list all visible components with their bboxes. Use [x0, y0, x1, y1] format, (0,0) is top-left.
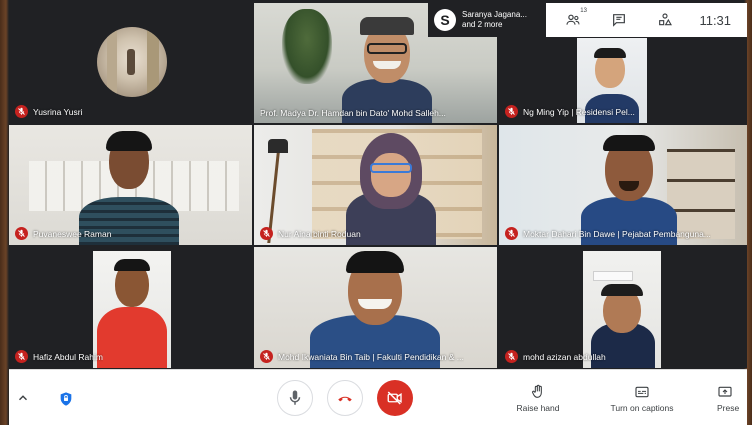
participant-name-tag: Prof. Madya Dr. Hamdan bin Dato' Mohd Sa…: [260, 108, 446, 118]
participant-tile[interactable]: Mohd Ikwaniata Bin Taib | Fakulti Pendid…: [254, 247, 497, 368]
people-icon: [566, 14, 580, 25]
participant-name-tag: Nur Aina binti Roduan: [260, 227, 361, 240]
chat-button[interactable]: [608, 9, 630, 31]
presenter-more: and 2 more: [462, 20, 503, 29]
captions-label: Turn on captions: [610, 402, 674, 413]
avatar: [97, 27, 167, 97]
video-feed: [93, 251, 171, 368]
activities-button[interactable]: [654, 9, 676, 31]
lamp-decoration: [268, 139, 288, 153]
raise-hand-button[interactable]: Raise hand: [503, 378, 573, 418]
mic-off-icon: [505, 227, 518, 240]
participant-name: mohd azizan abdullah: [523, 351, 606, 362]
presenter-name: Saranya Jagana...: [462, 10, 527, 19]
hand-icon: [532, 384, 542, 398]
participant-name-tag: Hafiz Abdul Rahim: [15, 350, 103, 363]
participant-name-tag: Ng Ming Yip | Residensi Pel...: [505, 105, 635, 118]
activities-icon: [658, 13, 672, 26]
security-button[interactable]: [55, 388, 77, 410]
mic-off-icon: [15, 105, 28, 118]
hang-up-icon: [338, 396, 352, 402]
meet-call-screen: Yusrina Yusri Prof. Madya Dr. Hamdan bin…: [0, 0, 752, 425]
camera-off-icon: [387, 391, 402, 405]
participant-name-tag: Moktar Dahari Bin Dawe | Pejabat Pembang…: [505, 227, 711, 240]
participant-name: Nur Aina binti Roduan: [278, 228, 361, 239]
shield-icon: [60, 392, 72, 406]
people-button[interactable]: 13: [562, 8, 587, 31]
participant-tile[interactable]: Nur Aina binti Roduan: [254, 125, 497, 245]
participant-name: Yusrina Yusri: [33, 106, 83, 117]
presenting-chip[interactable]: S Saranya Jagana... and 2 more: [428, 3, 546, 37]
participant-name-tag: Puvaneswee Raman: [15, 227, 111, 240]
present-icon: [718, 386, 732, 397]
raise-hand-label: Raise hand: [516, 402, 560, 413]
meeting-toolbox: 13 11:31: [546, 3, 747, 37]
participant-name: Mohd Ikwaniata Bin Taib | Fakulti Pendid…: [278, 351, 464, 362]
leave-call-button[interactable]: [327, 380, 363, 416]
captions-icon: [635, 386, 649, 397]
top-right-bar: S Saranya Jagana... and 2 more 13 11:31: [428, 3, 747, 37]
air-conditioner: [593, 271, 633, 281]
bottom-control-bar: Raise hand Turn on captions Prese: [9, 369, 747, 425]
participant-name: Moktar Dahari Bin Dawe | Pejabat Pembang…: [523, 228, 711, 239]
participant-name: Ng Ming Yip | Residensi Pel...: [523, 106, 635, 117]
participant-name: Prof. Madya Dr. Hamdan bin Dato' Mohd Sa…: [260, 108, 446, 118]
people-count: 13: [580, 8, 587, 14]
participant-name-tag: Mohd Ikwaniata Bin Taib | Fakulti Pendid…: [260, 350, 464, 363]
chevron-up-button[interactable]: [13, 388, 33, 408]
mic-off-icon: [260, 350, 273, 363]
participant-tile[interactable]: Hafiz Abdul Rahim: [9, 247, 252, 368]
participant-name-tag: mohd azizan abdullah: [505, 350, 606, 363]
mic-off-icon: [505, 350, 518, 363]
microphone-button[interactable]: [277, 380, 313, 416]
camera-off-button[interactable]: [377, 380, 413, 416]
participant-name: Puvaneswee Raman: [33, 228, 112, 239]
presenter-logo: S: [434, 9, 456, 31]
participant-grid: Yusrina Yusri Prof. Madya Dr. Hamdan bin…: [9, 3, 747, 368]
chevron-up-icon: [19, 395, 27, 401]
participant-tile[interactable]: Puvaneswee Raman: [9, 125, 252, 245]
participant-name-tag: Yusrina Yusri: [15, 105, 82, 118]
participant-name: Hafiz Abdul Rahim: [33, 351, 103, 362]
mic-off-icon: [505, 105, 518, 118]
mic-off-icon: [15, 350, 28, 363]
participant-tile[interactable]: Moktar Dahari Bin Dawe | Pejabat Pembang…: [499, 125, 747, 245]
mic-off-icon: [15, 227, 28, 240]
captions-button[interactable]: Turn on captions: [597, 378, 687, 418]
participant-tile[interactable]: Yusrina Yusri: [9, 3, 252, 123]
shelf-decoration: [667, 149, 735, 239]
present-button[interactable]: Prese: [717, 378, 752, 418]
mic-off-icon: [260, 227, 273, 240]
present-label: Prese: [717, 402, 740, 413]
participant-tile[interactable]: mohd azizan abdullah: [499, 247, 747, 368]
microphone-icon: [289, 390, 301, 405]
clock-time: 11:31: [699, 12, 732, 28]
chat-icon: [612, 14, 625, 27]
plant-decoration: [282, 9, 332, 84]
